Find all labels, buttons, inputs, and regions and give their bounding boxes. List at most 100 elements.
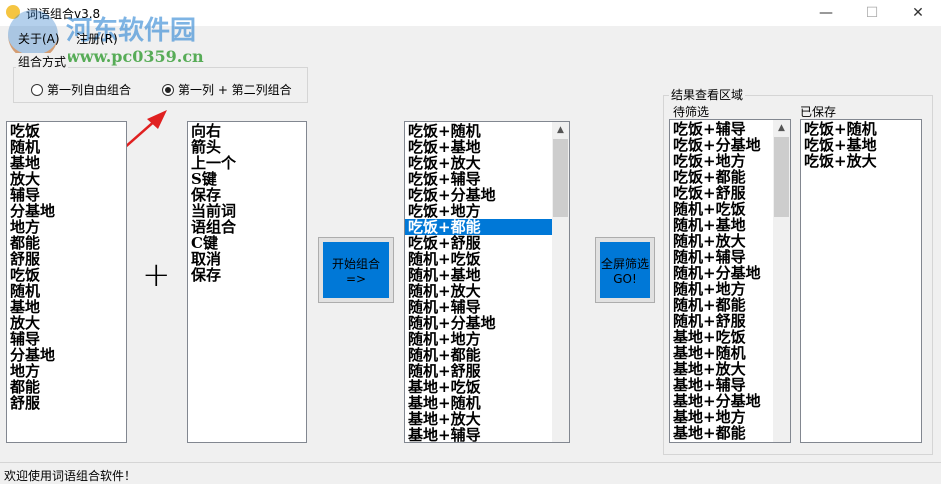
list-item[interactable]: 随机+都能 — [408, 347, 549, 363]
menu-about[interactable]: 关于(A) — [18, 30, 60, 47]
list-item[interactable]: 基地+都能 — [673, 425, 770, 441]
list-item[interactable]: 吃饭+都能 — [673, 169, 770, 185]
scrollbar[interactable]: ▲ — [552, 122, 569, 442]
scroll-up-icon[interactable]: ▲ — [552, 122, 569, 139]
maximize-button[interactable]: ☐ — [849, 0, 895, 26]
status-text: 欢迎使用词语组合软件！ — [4, 469, 137, 483]
list-item[interactable]: C键 — [191, 235, 303, 251]
scroll-thumb[interactable] — [553, 139, 568, 217]
list-item[interactable]: 随机+舒服 — [673, 313, 770, 329]
list-item[interactable]: 舒服 — [10, 251, 123, 267]
list-item[interactable]: 吃饭+放大 — [408, 155, 549, 171]
list-item[interactable]: 当前词 — [191, 203, 303, 219]
list-item[interactable]: 吃饭+舒服 — [408, 235, 549, 251]
list-item[interactable]: 基地+吃饭 — [408, 379, 549, 395]
list-item[interactable]: 基地+分基地 — [673, 393, 770, 409]
list-item[interactable]: 吃饭+随机 — [408, 123, 549, 139]
list-item[interactable]: 都能 — [10, 379, 123, 395]
list-item[interactable]: 基地+辅导 — [408, 427, 549, 442]
list-item[interactable]: 随机+基地 — [673, 217, 770, 233]
list-item[interactable]: 基地+随机 — [673, 345, 770, 361]
list-item[interactable]: 随机+放大 — [408, 283, 549, 299]
start-combine-label: 开始组合=> — [331, 256, 380, 286]
list-item[interactable]: 随机+分基地 — [408, 315, 549, 331]
list-item[interactable]: 随机+基地 — [408, 267, 549, 283]
list-item[interactable]: 地方 — [10, 363, 123, 379]
list-item[interactable]: 保存 — [191, 267, 303, 283]
list-item[interactable]: 吃饭+都能 — [405, 219, 552, 235]
list-item[interactable]: 向右 — [191, 123, 303, 139]
filter-label: 全屏筛选 — [600, 256, 649, 271]
list-item[interactable]: 随机 — [10, 139, 123, 155]
menu-register[interactable]: 注册(R) — [76, 30, 118, 47]
list-item[interactable]: 随机+地方 — [673, 281, 770, 297]
list-item[interactable]: 随机+都能 — [673, 297, 770, 313]
mode-group-label: 组合方式 — [16, 53, 69, 70]
radio-col1-col2[interactable]: 第一列 + 第二列组合 — [162, 81, 292, 98]
list-item[interactable]: 随机+吃饭 — [673, 201, 770, 217]
start-combine-button[interactable]: 开始组合=> — [318, 237, 394, 303]
list-item[interactable]: 基地 — [10, 299, 123, 315]
list-item[interactable]: 箭头 — [191, 139, 303, 155]
list-item[interactable]: 吃饭 — [10, 267, 123, 283]
list-item[interactable]: 舒服 — [10, 395, 123, 411]
scroll-thumb[interactable] — [774, 137, 789, 217]
list-item[interactable]: 辅导 — [10, 331, 123, 347]
list-item[interactable]: 吃饭+辅导 — [408, 171, 549, 187]
list-item[interactable]: 基地+地方 — [673, 409, 770, 425]
list-item[interactable]: 吃饭+分基地 — [408, 187, 549, 203]
list-item[interactable]: 语组合 — [191, 219, 303, 235]
list-item[interactable]: 随机+舒服 — [408, 363, 549, 379]
word-list-1[interactable]: 吃饭 随机 基地 放大 辅导 分基地 地方 都能 舒服 吃饭 随机 基地 放大 辅导 分基地 地方 都能 舒服 — [6, 121, 127, 443]
list-item[interactable]: 吃饭+舒服 — [673, 185, 770, 201]
list-item[interactable]: 吃饭+分基地 — [673, 137, 770, 153]
list-item[interactable]: 随机+分基地 — [673, 265, 770, 281]
close-button[interactable]: ✕ — [895, 0, 941, 26]
scrollbar[interactable]: ▲ — [773, 120, 790, 442]
radio-circle-checked[interactable] — [162, 83, 174, 96]
list-item[interactable]: 分基地 — [10, 347, 123, 363]
list-item[interactable]: 保存 — [191, 187, 303, 203]
radio-label: 第一列 + 第二列组合 — [178, 83, 292, 97]
word-list-2[interactable]: 向右 箭头 上一个 S键 保存 当前词 语组合 C键 取消 保存 — [187, 121, 307, 443]
list-item[interactable]: 吃饭+基地 — [408, 139, 549, 155]
list-item[interactable]: 基地+随机 — [408, 395, 549, 411]
list-item[interactable]: 辅导 — [10, 187, 123, 203]
list-item[interactable]: 分基地 — [10, 203, 123, 219]
list-item[interactable]: S键 — [191, 171, 303, 187]
list-item[interactable]: 基地+放大 — [673, 361, 770, 377]
watermark-url: www.pc0359.cn — [66, 47, 204, 66]
list-item[interactable]: 放大 — [10, 315, 123, 331]
list-item[interactable]: 随机+辅导 — [408, 299, 549, 315]
radio-free-combine[interactable]: 第一列自由组合 — [31, 81, 131, 98]
list-item[interactable]: 吃饭+辅导 — [673, 121, 770, 137]
list-item[interactable]: 随机+地方 — [408, 331, 549, 347]
list-item[interactable]: 随机+吃饭 — [408, 251, 549, 267]
list-item[interactable]: 吃饭+地方 — [673, 153, 770, 169]
minimize-button[interactable]: — — [803, 0, 849, 26]
list-item[interactable]: 随机+放大 — [673, 233, 770, 249]
list-item[interactable]: 地方 — [10, 219, 123, 235]
app-icon — [6, 5, 20, 19]
list-item[interactable]: 随机 — [10, 283, 123, 299]
list-item[interactable]: 基地+辅导 — [673, 377, 770, 393]
combined-list[interactable]: 吃饭+随机 吃饭+基地 吃饭+放大 吃饭+辅导 吃饭+分基地 吃饭+地方 吃饭+都能 吃饭+舒… — [404, 121, 570, 443]
list-item[interactable]: 基地+放大 — [408, 411, 549, 427]
scroll-up-icon[interactable]: ▲ — [773, 120, 790, 137]
pending-list[interactable]: 吃饭+辅导 吃饭+分基地 吃饭+地方 吃饭+都能 吃饭+舒服 随机+吃饭 随机+基地 随机+放… — [669, 119, 791, 443]
list-item[interactable]: 随机+辅导 — [673, 249, 770, 265]
list-item[interactable]: 吃饭 — [10, 123, 123, 139]
list-item[interactable]: 吃饭+基地 — [804, 137, 918, 153]
list-item[interactable]: 取消 — [191, 251, 303, 267]
fullscreen-filter-button[interactable]: 全屏筛选 GO! — [595, 237, 655, 303]
list-item[interactable]: 吃饭+随机 — [804, 121, 918, 137]
list-item[interactable]: 放大 — [10, 171, 123, 187]
list-item[interactable]: 上一个 — [191, 155, 303, 171]
list-item[interactable]: 基地 — [10, 155, 123, 171]
radio-circle[interactable] — [31, 83, 43, 96]
list-item[interactable]: 基地+吃饭 — [673, 329, 770, 345]
list-item[interactable]: 都能 — [10, 235, 123, 251]
saved-list[interactable]: 吃饭+随机 吃饭+基地 吃饭+放大 — [800, 119, 922, 443]
list-item[interactable]: 吃饭+放大 — [804, 153, 918, 169]
list-item[interactable]: 吃饭+地方 — [408, 203, 549, 219]
